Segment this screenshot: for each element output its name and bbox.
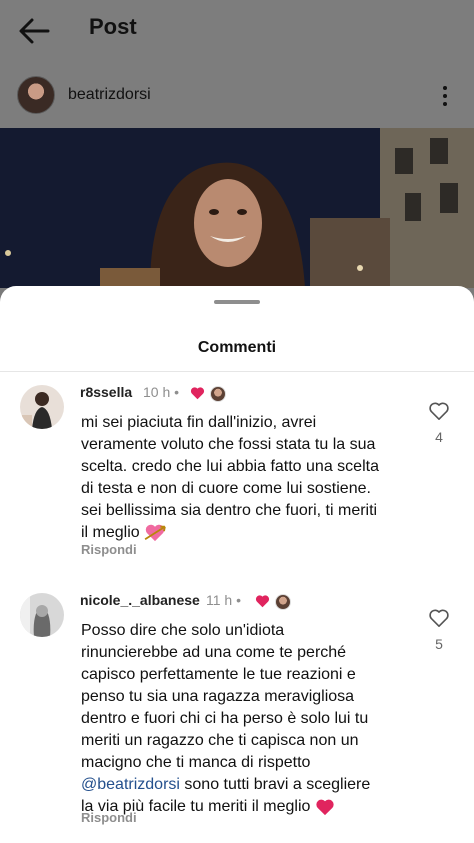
comment-time: 10 h • <box>143 384 180 400</box>
back-arrow-icon[interactable] <box>18 16 50 46</box>
reply-button[interactable]: Rispondi <box>81 810 137 825</box>
author-username[interactable]: beatrizdorsi <box>68 86 151 104</box>
heart-icon <box>190 387 205 400</box>
comment-avatar[interactable] <box>20 385 64 429</box>
mention-link[interactable]: @beatrizdorsi <box>81 776 180 793</box>
author-liked-avatar <box>210 386 226 402</box>
heart-icon <box>255 595 270 608</box>
heart-outline-icon[interactable] <box>428 401 450 421</box>
comment-username[interactable]: nicole_._albanese <box>80 592 200 608</box>
reply-button[interactable]: Rispondi <box>81 542 137 557</box>
comment-username[interactable]: r8ssella <box>80 384 132 400</box>
author-avatar[interactable] <box>17 76 55 114</box>
comment-text: Posso dire che solo un'idiota rinunciere… <box>81 622 371 815</box>
like-count: 4 <box>435 429 443 445</box>
heart-arrow-emoji <box>144 524 166 541</box>
divider <box>0 371 474 372</box>
top-bar <box>0 0 474 62</box>
comment-text: mi sei piaciuta fin dall'inizio, avrei v… <box>81 414 379 541</box>
comment-time: 11 h • <box>206 592 242 608</box>
page-title: Post <box>89 14 137 39</box>
comment-avatar[interactable] <box>20 593 64 637</box>
heart-icon <box>316 799 334 815</box>
drag-handle[interactable] <box>214 300 260 304</box>
comments-title: Commenti <box>197 339 277 356</box>
author-liked-avatar <box>275 594 291 610</box>
post-photo[interactable] <box>0 128 474 288</box>
more-vertical-icon[interactable] <box>438 84 452 108</box>
heart-outline-icon[interactable] <box>428 608 450 628</box>
like-count: 5 <box>435 636 443 652</box>
